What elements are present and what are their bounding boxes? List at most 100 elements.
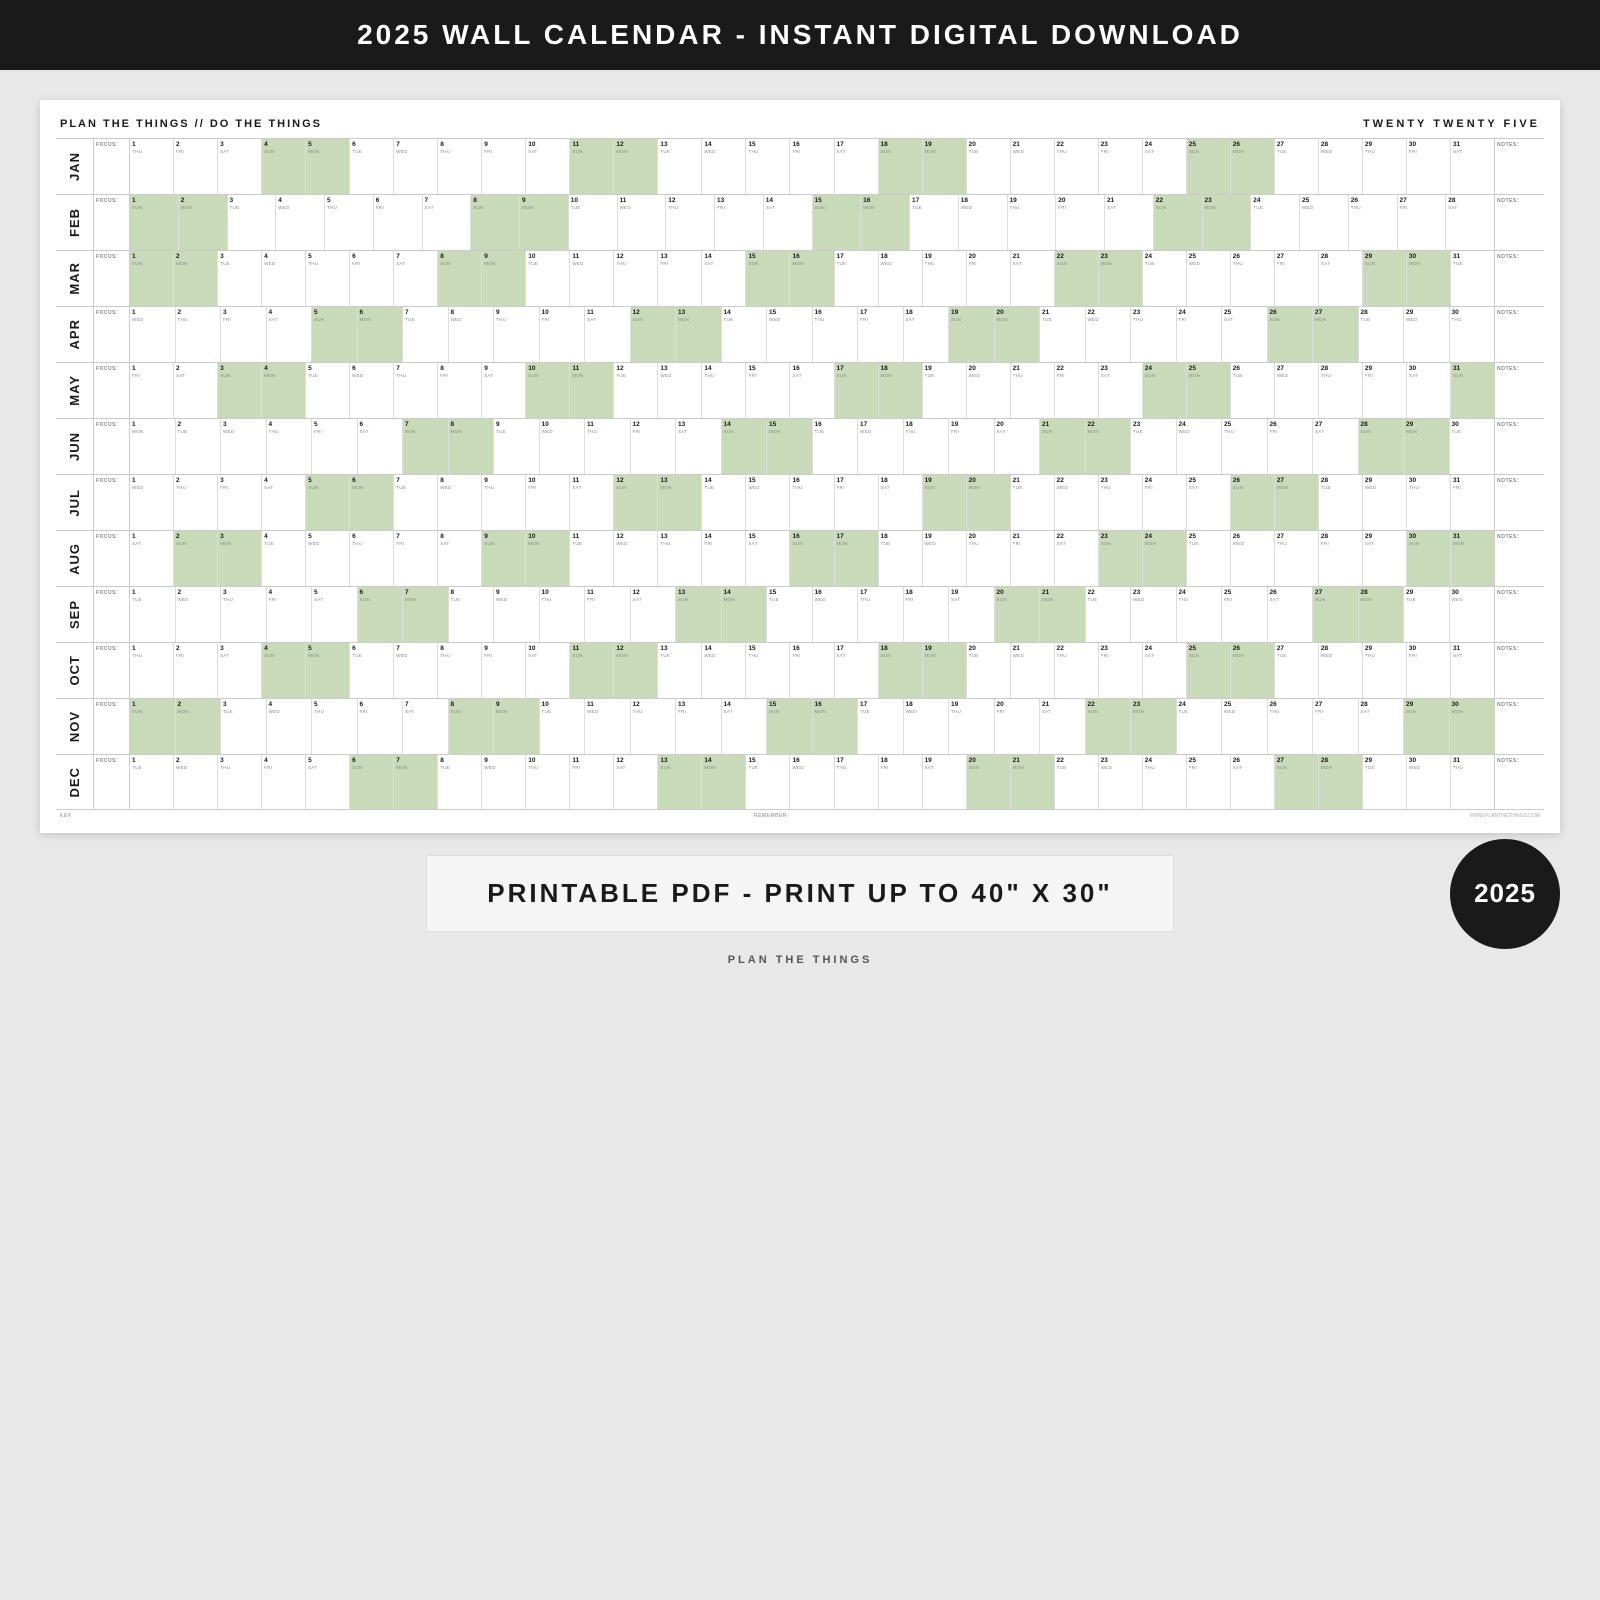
day-number: 2 [176,757,215,765]
day-number: 29 [1406,309,1447,317]
day-cell: 6SUN [350,755,394,809]
day-name: MON [881,373,920,378]
day-name: MON [496,709,537,714]
day-name: SAT [678,429,719,434]
day-number: 10 [528,141,567,149]
month-label-col: JAN [56,139,94,194]
day-number: 2 [178,701,219,709]
day-name: SUN [769,709,810,714]
day-cell: 17FRI [858,307,904,362]
day-name: SUN [1409,541,1448,546]
day-cell: 20SAT [995,419,1041,474]
day-cell: 2TUE [176,419,222,474]
day-cell: 5SAT [312,587,358,642]
day-name: TUE [1189,541,1228,546]
day-number: 5 [308,253,347,261]
day-number: 27 [1315,589,1356,597]
days-cols: 1FRI2SAT3SUN4MON5TUE6WED7THU8FRI9SAT10SU… [130,363,1494,418]
day-cell: 19SAT [949,587,995,642]
day-name: WED [969,373,1008,378]
day-cell: 25FRI [1222,587,1268,642]
day-number: 3 [230,197,274,205]
day-cell: 18SUN [879,139,923,194]
day-name: TUE [352,149,391,154]
day-number: 30 [1409,757,1448,765]
day-name: TUE [1057,765,1096,770]
day-name: SUN [837,373,876,378]
day-name: FRI [881,765,920,770]
day-cell: 22TUE [1086,587,1132,642]
day-number: 31 [1453,253,1492,261]
day-name: SAT [528,149,567,154]
day-name: TUE [572,541,611,546]
day-cell: 12FRI [631,419,677,474]
day-cell: 1WED [130,307,176,362]
day-number: 5 [308,477,347,485]
day-number: 14 [704,645,743,653]
day-cell: 9MON [482,251,526,306]
day-name: SUN [572,653,611,658]
footer-remember: REMEMBER: [754,813,789,819]
day-name: SUN [724,429,765,434]
day-cell: 30MON [1450,699,1495,754]
day-cell: 28TUE [1319,475,1363,530]
day-number: 5 [308,533,347,541]
day-number: 25 [1189,365,1228,373]
day-cell: 25TUE [1187,531,1231,586]
day-cell: 5TUE [306,363,350,418]
day-number: 4 [264,365,303,373]
day-number: 10 [542,589,583,597]
day-name: SAT [1107,205,1151,210]
day-name: THU [496,317,537,322]
day-name: THU [1057,653,1096,658]
day-cell: 1SUN [130,195,179,250]
day-number: 12 [616,253,655,261]
day-cell: 23TUE [1131,419,1177,474]
day-number: 20 [969,141,1008,149]
day-name: SAT [440,541,479,546]
day-cell: 12WED [614,531,658,586]
day-cell: 5MON [306,643,350,698]
day-cell: 5SUN [306,475,350,530]
day-number: 10 [528,645,567,653]
day-name: THU [815,317,856,322]
day-name: THU [704,373,743,378]
day-cell: 5THU [325,195,374,250]
day-name: THU [542,597,583,602]
day-name: FRI [1400,205,1444,210]
day-name: FRI [1365,373,1404,378]
day-cell: 7MON [403,587,449,642]
day-name: THU [1233,261,1272,266]
day-number: 25 [1224,421,1265,429]
day-cell: 28WED [1319,139,1363,194]
day-number: 18 [906,589,947,597]
day-name: TUE [264,541,303,546]
day-number: 12 [616,141,655,149]
day-name: FRI [1058,205,1102,210]
day-cell: 30SUN [1407,531,1451,586]
day-number: 19 [925,645,964,653]
day-name: THU [951,709,992,714]
day-number: 11 [572,645,611,653]
day-name: SUN [473,205,517,210]
day-cell: 20SUN [967,755,1011,809]
day-name: THU [748,149,787,154]
day-cell: 30THU [1450,307,1495,362]
day-number: 8 [473,197,517,205]
day-name: WED [620,205,664,210]
day-cell: 23SUN [1099,531,1143,586]
day-name: THU [1179,597,1220,602]
day-name: SUN [969,765,1008,770]
day-cell: 11MON [570,363,614,418]
day-cell: 8SAT [438,531,482,586]
focus-col: FOCUS: [94,419,130,474]
day-cell: 10MON [526,531,570,586]
day-number: 22 [1057,533,1096,541]
day-cell: 22SUN [1086,699,1132,754]
day-cell: 15WED [746,475,790,530]
day-name: SAT [1042,709,1083,714]
day-number: 14 [724,701,765,709]
day-number: 26 [1270,589,1311,597]
month-row: JUNFOCUS:1MON2TUE3WED4THU5FRI6SAT7SUN8MO… [56,418,1544,474]
days-area: FOCUS:1TUE2WED3THU4FRI5SAT6SUN7MON8TUE9W… [94,755,1544,809]
